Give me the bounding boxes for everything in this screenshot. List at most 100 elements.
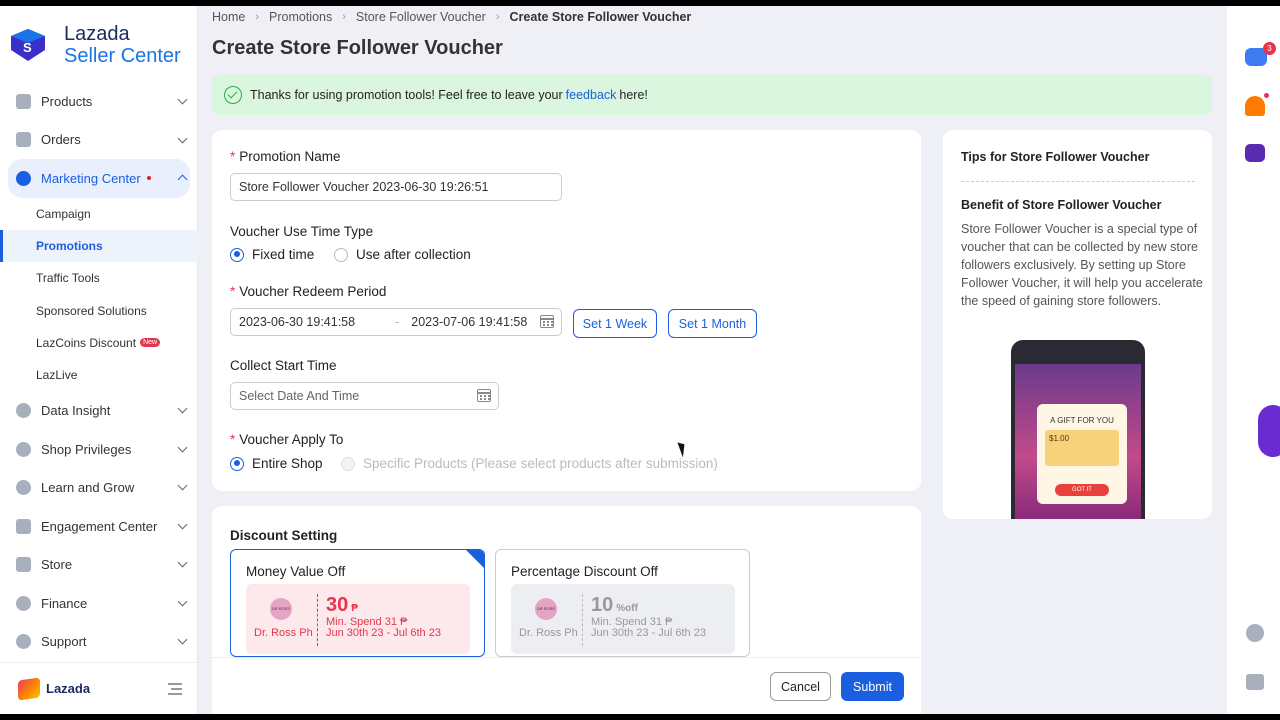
preview-got-it: GOT IT (1055, 484, 1109, 496)
store-icon (16, 557, 31, 573)
sidebar-item-learn-and-grow[interactable]: Learn and Grow (0, 468, 198, 507)
voucher-type-percentage-discount-off[interactable]: Percentage Discount Off DR ROSS Dr. Ross… (495, 549, 750, 657)
sidebar-item-finance[interactable]: Finance (0, 584, 198, 623)
sidebar-sub-sponsored-solutions[interactable]: Sponsored Solutions (0, 294, 198, 326)
sidebar-sub-traffic-tools[interactable]: Traffic Tools (0, 262, 198, 294)
chevron-down-icon (177, 519, 188, 530)
sidebar-sub-campaign[interactable]: Campaign (0, 198, 198, 230)
sidebar-item-data-insight[interactable]: Data Insight (0, 391, 198, 430)
svg-text:S: S (23, 40, 32, 55)
sidebar-item-engagement-center[interactable]: Engagement Center (0, 507, 198, 546)
redeem-period-range-input[interactable]: 2023-06-30 19:41:58 - 2023-07-06 19:41:5… (230, 308, 562, 336)
shop-avatar: DR ROSS (535, 598, 557, 620)
new-dot (146, 176, 151, 181)
preview-screen: A GIFT FOR YOU $1.00 GOT IT (1015, 364, 1141, 519)
sidebar-item-products[interactable]: Products (0, 82, 198, 121)
chevron-right-icon: › (255, 11, 260, 23)
promotion-name-input[interactable]: Store Follower Voucher 2023-06-30 19:26:… (230, 173, 562, 201)
sidebar-item-marketing-center[interactable]: Marketing Center (8, 159, 190, 198)
sidebar-sub-lazlive[interactable]: LazLive (0, 359, 198, 391)
submit-button[interactable]: Submit (841, 672, 904, 701)
data-insight-icon (16, 403, 31, 419)
chevron-down-icon (177, 480, 188, 491)
selected-check-icon (466, 550, 484, 568)
learn-icon (16, 480, 31, 496)
apply-to-label: * Voucher Apply To (230, 432, 344, 447)
voucher-preview: DR ROSS Dr. Ross Ph 10 %off Min. Spend 31… (511, 584, 735, 654)
chevron-down-icon (177, 403, 188, 414)
engagement-icon (16, 518, 31, 534)
required-mark: * (230, 432, 236, 447)
chevron-down-icon (177, 442, 188, 453)
radio-unchecked-icon (334, 247, 348, 262)
sidebar-sub-promotions[interactable]: Promotions (0, 229, 198, 263)
chevron-up-icon (177, 174, 188, 185)
feedback-notice: Thanks for using promotion tools! Feel f… (212, 75, 1212, 115)
brand-logo[interactable]: S Lazada Seller Center (10, 22, 181, 68)
chevron-down-icon (177, 557, 188, 568)
bell-icon[interactable] (1245, 96, 1265, 116)
lazada-seller-logo-icon: S (11, 29, 45, 61)
redeem-start: 2023-06-30 19:41:58 (239, 315, 356, 329)
calendar-icon[interactable] (540, 315, 554, 328)
voucher-preview: DR ROSS Dr. Ross Ph 30 ₱ Min. Spend 31 ₱ … (246, 584, 470, 654)
discount-setting-title: Discount Setting (230, 528, 338, 543)
breadcrumb: Home › Promotions › Store Follower Vouch… (212, 9, 691, 25)
breadcrumb-store-follower-voucher[interactable]: Store Follower Voucher (356, 10, 486, 24)
radio-specific-products[interactable]: Specific Products (Please select product… (341, 456, 718, 471)
preview-gift-text: A GIFT FOR YOU (1050, 416, 1114, 425)
voucher-meta: Min. Spend 31 ₱ Jun 30th 23 - Jul 6th 23 (591, 616, 706, 639)
new-badge: New (140, 338, 161, 348)
tips-body: Store Follower Voucher is a special type… (961, 222, 1203, 308)
collapse-menu-icon[interactable] (168, 683, 182, 695)
tips-subtitle: Benefit of Store Follower Voucher (961, 198, 1162, 212)
sidebar-item-orders[interactable]: Orders (0, 121, 198, 160)
cancel-button[interactable]: Cancel (770, 672, 831, 701)
finance-icon (16, 595, 31, 611)
shop-privileges-icon (16, 441, 31, 457)
sidebar-item-support[interactable]: Support (0, 622, 198, 661)
assistant-bot-icon[interactable] (1245, 144, 1265, 162)
radio-entire-shop[interactable]: Entire Shop (230, 456, 323, 471)
chevron-right-icon: › (495, 11, 500, 23)
right-tool-rail: 3 (1227, 6, 1280, 714)
chevron-down-icon (177, 596, 188, 607)
radio-use-after-collection[interactable]: Use after collection (334, 247, 471, 262)
sidebar-sub-lazcoins-discount[interactable]: LazCoins Discount New (0, 327, 198, 359)
sidebar-nav: Products Orders Marketing Center Campaig… (0, 82, 198, 661)
sidebar-footer: Lazada (0, 662, 198, 714)
radio-fixed-time[interactable]: Fixed time (230, 247, 314, 262)
voucher-amount: 10 %off (591, 594, 638, 616)
sidebar-item-shop-privileges[interactable]: Shop Privileges (0, 430, 198, 469)
marketing-icon (16, 170, 31, 186)
collect-start-time-input[interactable]: Select Date And Time (230, 382, 499, 410)
lazada-heart-icon (18, 676, 40, 701)
gear-icon[interactable] (1246, 624, 1264, 642)
support-icon (16, 634, 31, 650)
feedback-link[interactable]: feedback (566, 88, 617, 102)
voucher-preview-phone: A GIFT FOR YOU $1.00 GOT IT (1011, 340, 1145, 519)
promotion-name-label: * Promotion Name (230, 149, 341, 164)
products-icon (16, 93, 31, 109)
calendar-icon[interactable] (477, 389, 491, 402)
set-1-month-button[interactable]: Set 1 Month (668, 309, 757, 338)
breadcrumb-current: Create Store Follower Voucher (509, 10, 692, 24)
floating-assistant-icon[interactable] (1258, 405, 1280, 457)
brand-subname: Seller Center (64, 45, 181, 67)
check-circle-icon (224, 86, 242, 104)
orders-icon (16, 132, 31, 148)
breadcrumb-home[interactable]: Home (212, 10, 245, 24)
required-mark: * (230, 284, 236, 299)
shop-name: Dr. Ross Ph (254, 627, 313, 639)
edit-icon[interactable] (1246, 674, 1264, 690)
set-1-week-button[interactable]: Set 1 Week (573, 309, 657, 338)
sidebar-item-store[interactable]: Store (0, 545, 198, 584)
shop-avatar: DR ROSS (270, 598, 292, 620)
radio-disabled-icon (341, 456, 355, 471)
voucher-type-money-value-off[interactable]: Money Value Off DR ROSS Dr. Ross Ph 30 ₱ … (230, 549, 485, 657)
tips-card: Tips for Store Follower Voucher Benefit … (943, 130, 1212, 519)
page-title: Create Store Follower Voucher (212, 37, 503, 59)
brand-name: Lazada (64, 23, 130, 45)
breadcrumb-promotions[interactable]: Promotions (269, 10, 332, 24)
chevron-right-icon: › (342, 11, 346, 23)
